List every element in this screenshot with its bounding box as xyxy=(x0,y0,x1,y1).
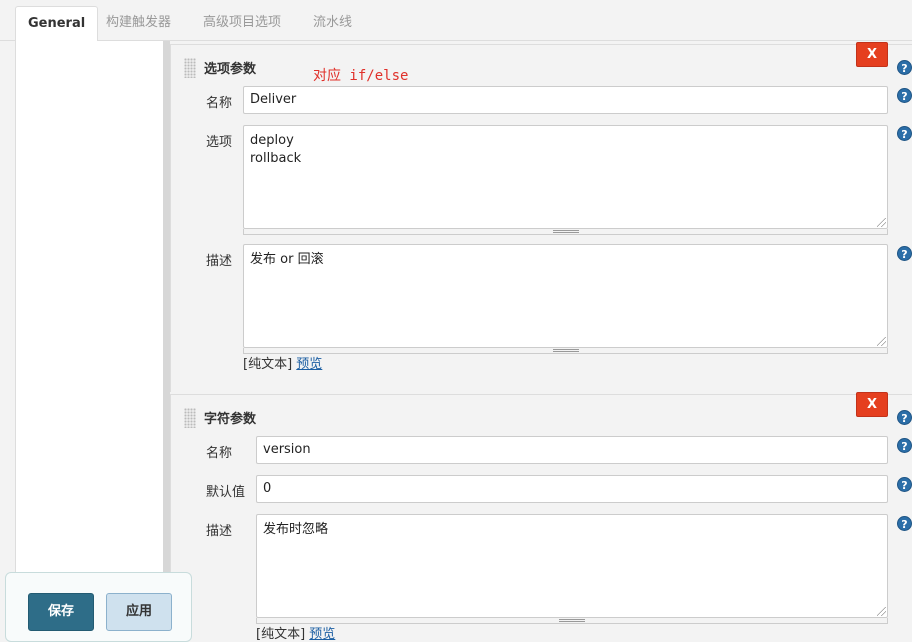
grip-lines-icon xyxy=(552,349,579,352)
choice-name-label: 名称 xyxy=(206,96,233,111)
default-value-input[interactable]: 0 xyxy=(256,475,888,503)
drag-handle-icon[interactable] xyxy=(184,408,196,428)
textarea-expand-handle[interactable] xyxy=(256,618,888,624)
choice-description-label: 描述 xyxy=(206,254,233,269)
string-name-label: 名称 xyxy=(206,446,233,461)
grip-lines-icon xyxy=(559,619,585,622)
grip-lines-icon xyxy=(552,230,579,233)
format-links: [纯文本] 预览 xyxy=(256,623,335,642)
textarea-expand-handle[interactable] xyxy=(243,348,888,354)
drag-handle-icon[interactable] xyxy=(184,58,196,78)
choices-textarea[interactable]: deploy rollback xyxy=(243,125,888,229)
help-icon[interactable]: ? xyxy=(897,438,912,453)
format-links: [纯文本] 预览 xyxy=(243,353,322,372)
resize-handle-icon[interactable] xyxy=(877,337,886,346)
resize-handle-icon[interactable] xyxy=(877,218,886,227)
delete-string-parameter-button[interactable]: X xyxy=(856,392,888,417)
delete-choice-parameter-button[interactable]: X xyxy=(856,42,888,67)
tab-bar: General 构建触发器 高级项目选项 流水线 xyxy=(0,0,912,42)
string-parameter-title: 字符参数 xyxy=(204,412,257,427)
preview-link[interactable]: 预览 xyxy=(296,357,322,372)
help-icon[interactable]: ? xyxy=(897,516,912,531)
default-value-label: 默认值 xyxy=(206,485,246,500)
tab-build-triggers[interactable]: 构建触发器 xyxy=(94,6,183,42)
choice-name-input[interactable]: Deliver xyxy=(243,86,888,114)
string-name-input[interactable]: version xyxy=(256,436,888,464)
help-icon[interactable]: ? xyxy=(897,60,912,75)
preview-link[interactable]: 预览 xyxy=(309,627,335,642)
save-button[interactable]: 保存 xyxy=(28,593,94,631)
section-divider xyxy=(163,41,170,629)
plain-text-label: [纯文本] xyxy=(243,357,293,372)
help-icon[interactable]: ? xyxy=(897,410,912,425)
choice-description-textarea[interactable]: 发布 or 回滚 xyxy=(243,244,888,348)
left-panel xyxy=(15,41,165,629)
tab-pipeline[interactable]: 流水线 xyxy=(301,6,364,42)
tab-advanced-project-options[interactable]: 高级项目选项 xyxy=(191,6,293,42)
resize-handle-icon[interactable] xyxy=(877,607,886,616)
string-description-label: 描述 xyxy=(206,524,233,539)
help-icon[interactable]: ? xyxy=(897,246,912,261)
annotation-note: 对应 if/else xyxy=(313,68,409,84)
help-icon[interactable]: ? xyxy=(897,88,912,103)
textarea-expand-handle[interactable] xyxy=(243,229,888,235)
plain-text-label: [纯文本] xyxy=(256,627,306,642)
help-icon[interactable]: ? xyxy=(897,477,912,492)
choice-parameter-title: 选项参数 xyxy=(204,62,257,77)
choices-label: 选项 xyxy=(206,135,233,150)
string-description-textarea[interactable]: 发布时忽略 xyxy=(256,514,888,618)
tab-general[interactable]: General xyxy=(15,6,99,42)
apply-button[interactable]: 应用 xyxy=(106,593,172,631)
help-icon[interactable]: ? xyxy=(897,126,912,141)
